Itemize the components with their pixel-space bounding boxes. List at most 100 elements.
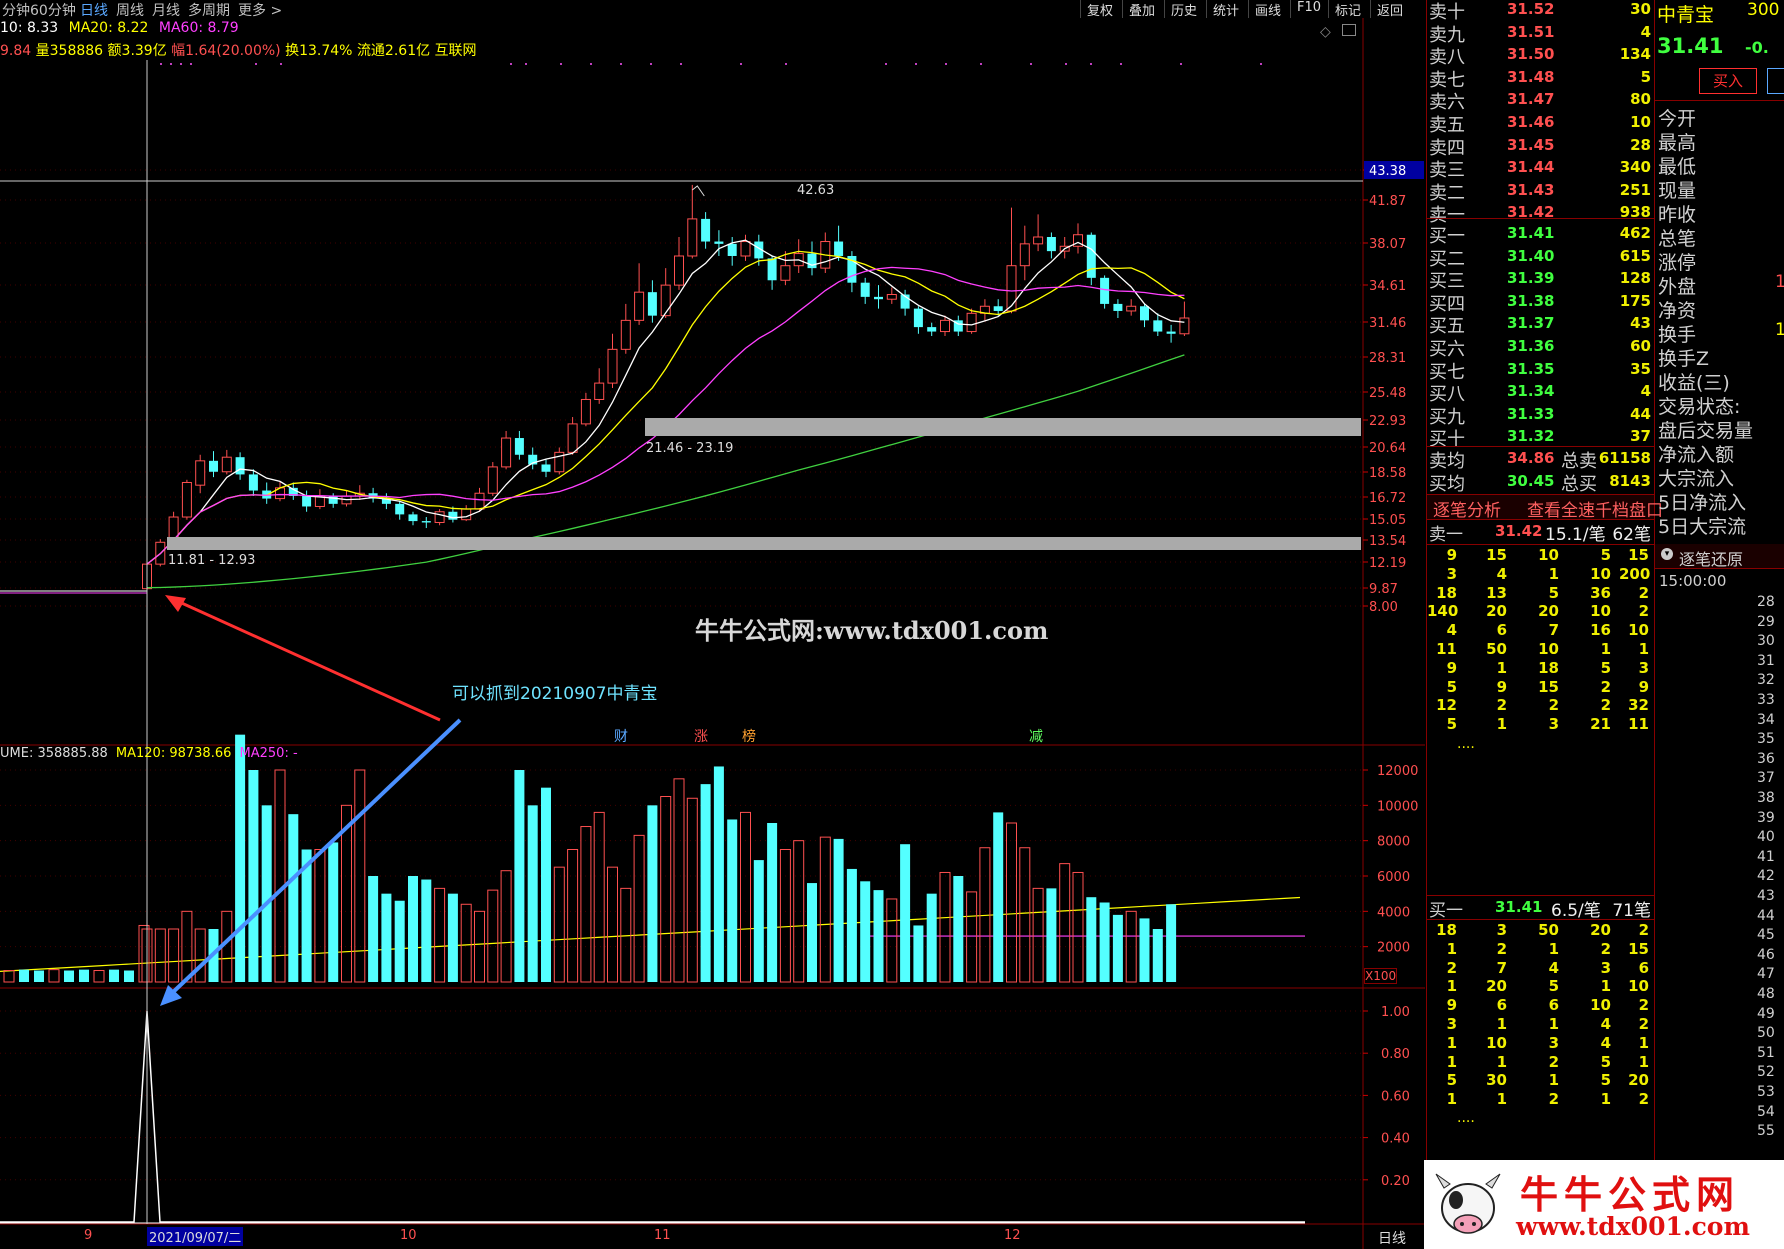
price-axis-label: 28.31	[1369, 351, 1406, 366]
replay-toggle-icon[interactable]: ▾	[1661, 548, 1673, 560]
event-dot	[785, 63, 787, 65]
candle-body	[448, 511, 458, 520]
volume-bar	[993, 812, 1004, 982]
event-dot	[190, 63, 192, 65]
volume-bar	[124, 970, 134, 982]
volume-bar	[288, 814, 299, 982]
volume-bar	[261, 805, 272, 982]
bid-level-price[interactable]: 31.33	[1507, 405, 1554, 423]
bid-level-price[interactable]: 31.37	[1507, 314, 1554, 332]
replay-row-index: 54	[1757, 1103, 1775, 1120]
resistance-zone-upper	[645, 418, 1361, 436]
stock-chart-window: 分钟 60分钟 日线 周线 月线 多周期 更多 > 复权 叠加 历史 统计 画线…	[0, 0, 1784, 1249]
ask-tick-cell: 2	[1600, 677, 1611, 696]
bid-tick-cell: 9	[1446, 996, 1457, 1015]
volume-bar	[487, 889, 499, 983]
bid-level-price[interactable]: 31.34	[1507, 382, 1554, 400]
candle-body	[607, 348, 618, 384]
price-axis-label: 16.72	[1369, 491, 1406, 506]
quote-stat-label: 最高	[1658, 132, 1697, 154]
ask-level-price[interactable]: 31.43	[1507, 181, 1554, 199]
bid-tick-cell: 5	[1548, 977, 1559, 996]
candle-body	[1006, 265, 1017, 312]
event-rank[interactable]: 榜	[742, 726, 756, 746]
ask-level-price[interactable]: 31.44	[1507, 158, 1554, 176]
ask-level-price[interactable]: 31.50	[1507, 45, 1554, 63]
event-dot	[560, 63, 562, 65]
ask-level-volume: 28	[1630, 135, 1651, 154]
bid-level-price[interactable]: 31.39	[1507, 269, 1554, 287]
volume-bar	[154, 928, 166, 983]
ask-tick-cell: 20	[1486, 602, 1507, 621]
bid-tick-cell: 5	[1446, 1071, 1457, 1090]
volume-bar	[421, 879, 432, 982]
candle-body	[434, 511, 445, 523]
ask-tick-cell: 21	[1590, 715, 1611, 734]
event-dot	[510, 63, 512, 65]
event-dot	[1065, 63, 1067, 65]
candle-body	[487, 466, 498, 494]
ask-level-price[interactable]: 31.48	[1507, 68, 1554, 86]
ask-level-price[interactable]: 31.47	[1507, 90, 1554, 108]
volume-bar	[900, 844, 911, 982]
sell-button[interactable]	[1767, 68, 1784, 94]
candle-body	[1126, 305, 1137, 312]
bid-level-price[interactable]: 31.32	[1507, 427, 1554, 445]
period-label[interactable]: 日线	[1378, 1228, 1406, 1248]
peak-marker	[691, 185, 705, 197]
tick-analysis-link[interactable]: 逐笔分析	[1433, 496, 1501, 521]
replay-row-index: 38	[1757, 790, 1775, 806]
ask-ticks-more[interactable]: ....	[1457, 736, 1475, 752]
price-axis-label: 18.58	[1369, 466, 1406, 481]
bid-ticks-more[interactable]: ....	[1457, 1110, 1475, 1126]
ask-ticks-per: 15.1/笔	[1545, 525, 1606, 545]
candle-body	[913, 308, 923, 328]
candle-body	[674, 255, 684, 286]
ask-tick-cell: 4	[1496, 564, 1507, 583]
ask-level-price[interactable]: 31.46	[1507, 113, 1554, 131]
candle-body	[1086, 234, 1096, 278]
ask-tick-cell: 16	[1590, 621, 1611, 640]
ask-tick-cell: 2	[1496, 696, 1507, 715]
event-finance[interactable]: 财	[614, 726, 628, 746]
volume-bar	[1046, 888, 1057, 982]
event-dot	[1120, 63, 1122, 65]
replay-row-index: 42	[1757, 868, 1775, 885]
bid-level-price[interactable]: 31.40	[1507, 247, 1554, 265]
bid-level-price[interactable]: 31.36	[1507, 337, 1554, 355]
bid-level-price[interactable]: 31.41	[1507, 224, 1554, 242]
ask-level-volume: 5	[1640, 67, 1651, 86]
candle-body	[620, 319, 631, 350]
ask-tick-cell: 10	[1538, 640, 1559, 658]
volume-bar	[860, 881, 871, 982]
event-reduce[interactable]: 减	[1029, 726, 1043, 746]
volume-bar	[314, 849, 326, 983]
price-axis-label: 9.87	[1369, 582, 1398, 597]
candle-body	[1113, 303, 1123, 311]
zone-lower-label: 11.81 - 12.93	[168, 553, 256, 568]
bid-level-price[interactable]: 31.35	[1507, 360, 1554, 378]
volume-bar	[593, 811, 605, 983]
volume-bar	[1125, 910, 1137, 983]
volume-bar	[1099, 902, 1110, 982]
bid-tick-cell: 6	[1496, 996, 1507, 1015]
candle-body	[408, 514, 418, 522]
candle-body	[807, 253, 817, 269]
ask-level-price[interactable]: 31.45	[1507, 136, 1554, 154]
replay-row-index: 48	[1757, 986, 1775, 1002]
volume-bar	[48, 969, 60, 983]
candle-body	[634, 291, 645, 321]
replay-row-index: 47	[1757, 966, 1775, 983]
ask-level-price[interactable]: 31.51	[1507, 23, 1554, 41]
buy-button[interactable]: 买入	[1699, 68, 1757, 94]
ask-level-volume: 134	[1619, 45, 1651, 64]
ask-level-price[interactable]: 31.52	[1507, 0, 1554, 18]
ma120-value: MA120: 98738.66	[115, 746, 232, 761]
bid-ticks-count: 71笔	[1612, 901, 1651, 921]
replay-title[interactable]: 逐笔还原	[1679, 546, 1743, 570]
volume-bar	[1152, 929, 1163, 982]
view-full-depth-link[interactable]: 查看全速千档盘口	[1527, 496, 1663, 521]
price-axis-label: 15.05	[1369, 513, 1406, 528]
bid-level-price[interactable]: 31.38	[1507, 292, 1554, 310]
event-rise[interactable]: 涨	[694, 726, 708, 746]
